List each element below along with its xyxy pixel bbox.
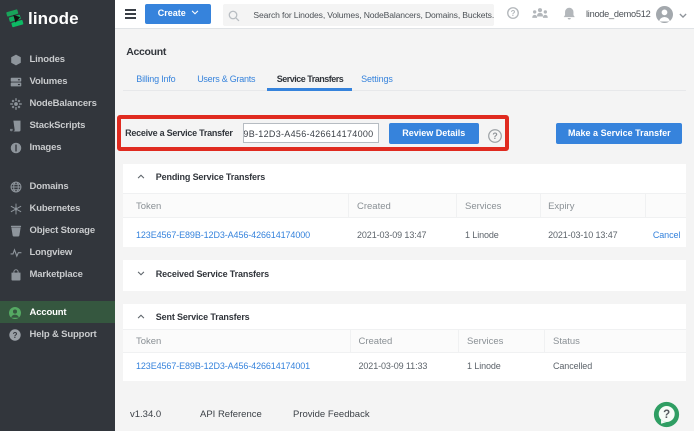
svg-text:?: ? bbox=[663, 409, 670, 421]
svg-text:?: ? bbox=[511, 9, 516, 18]
svg-text:?: ? bbox=[13, 331, 18, 340]
